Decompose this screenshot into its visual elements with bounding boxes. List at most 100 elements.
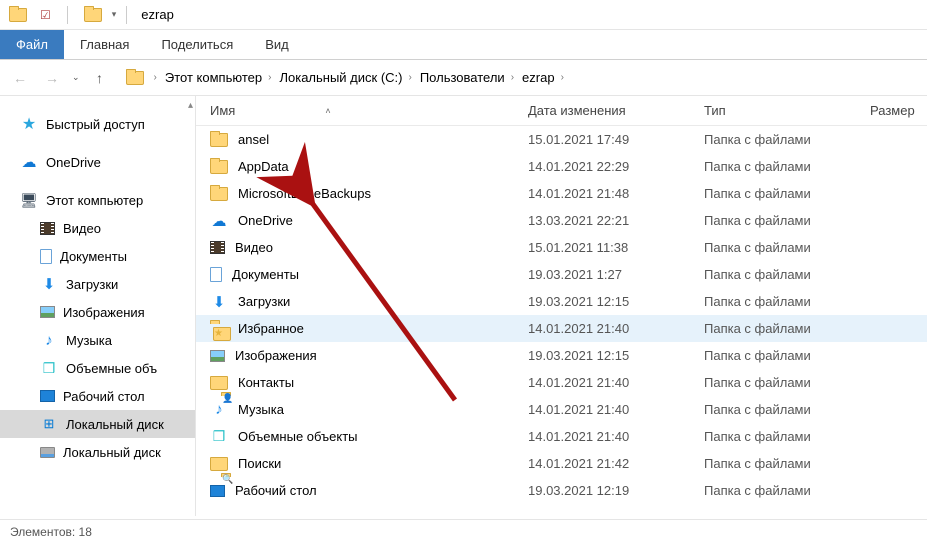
file-row[interactable]: ❒ Объемные объекты 14.01.2021 21:40Папка с… [196,423,927,450]
breadcrumb-current[interactable]: ezrap› [518,70,568,85]
tree-quick-access[interactable]: ★ Быстрый доступ [0,110,195,138]
navigation-bar: ← → ⌄ ↑ › Этот компьютер› Локальный диск… [0,60,927,96]
breadcrumb-root-sep[interactable]: › [150,72,161,83]
file-row[interactable]: AppData14.01.2021 22:29Папка с файлами [196,153,927,180]
image-icon [210,350,225,362]
view-tab[interactable]: Вид [249,30,305,59]
column-headers: Имя ˄ Дата изменения Тип Размер [196,96,927,126]
music-icon: ♪ [40,331,58,349]
tree-local-disk-2[interactable]: Локальный диск [0,438,195,466]
file-date: 14.01.2021 21:40 [514,429,690,444]
file-row[interactable]: ♪Музыка14.01.2021 21:40Папка с файлами [196,396,927,423]
tree-this-pc-label: Этот компьютер [46,193,143,208]
tree-scroll-up-icon[interactable]: ▴ [188,100,193,111]
history-dropdown-icon[interactable]: ⌄ [72,72,80,83]
forward-button[interactable]: → [40,66,64,90]
column-name[interactable]: Имя ˄ [196,103,514,118]
tree-onedrive[interactable]: ☁ OneDrive [0,148,195,176]
file-type: Папка с файлами [690,429,856,444]
qat-open-folder-icon[interactable] [84,6,102,24]
file-date: 14.01.2021 21:40 [514,402,690,417]
searches-icon [210,455,228,473]
file-row[interactable]: Контакты 14.01.2021 21:40Папка с файлами [196,369,927,396]
tree-downloads[interactable]: ⬇Загрузки [0,270,195,298]
tree-documents[interactable]: Документы [0,242,195,270]
status-count: 18 [79,525,92,539]
file-type: Папка с файлами [690,483,856,498]
file-row[interactable]: Видео15.01.2021 11:38Папка с файлами [196,234,927,261]
file-row[interactable]: ansel15.01.2021 17:49Папка с файлами [196,126,927,153]
file-tab[interactable]: Файл [0,30,64,59]
music-icon: ♪ [210,401,228,419]
column-type[interactable]: Тип [690,103,856,118]
breadcrumb-disk[interactable]: Локальный диск (C:)› [275,70,415,85]
tree-this-pc[interactable]: 🖥 Этот компьютер [0,186,195,214]
tree-music[interactable]: ♪Музыка [0,326,195,354]
file-type: Папка с файлами [690,402,856,417]
file-name: Видео [235,240,273,255]
title-bar: ☑ ▾ ezrap [0,0,927,30]
sort-indicator-icon: ˄ [325,106,330,116]
file-date: 14.01.2021 21:40 [514,375,690,390]
tree-images[interactable]: Изображения [0,298,195,326]
file-type: Папка с файлами [690,456,856,471]
cube-icon: ❒ [40,359,58,377]
file-type: Папка с файлами [690,294,856,309]
tree-desktop[interactable]: Рабочий стол [0,382,195,410]
file-type: Папка с файлами [690,375,856,390]
file-date: 14.01.2021 21:40 [514,321,690,336]
file-name: ansel [238,132,269,147]
tree-quick-access-label: Быстрый доступ [46,117,145,132]
cloud-icon: ☁ [210,212,228,230]
disk-icon [40,447,55,458]
column-date[interactable]: Дата изменения [514,103,690,118]
file-row[interactable]: ⬇Загрузки19.03.2021 12:15Папка с файлами [196,288,927,315]
file-name: Поиски [238,456,281,471]
up-button[interactable]: ↑ [88,66,112,90]
cube-icon: ❒ [210,428,228,446]
qat-properties-icon[interactable]: ☑ [40,8,51,22]
file-name: Контакты [238,375,294,390]
qat-dropdown-icon[interactable]: ▾ [112,9,117,20]
back-button[interactable]: ← [8,66,32,90]
status-label: Элементов: [10,525,75,539]
file-row[interactable]: Документы19.03.2021 1:27Папка с файлами [196,261,927,288]
file-name: Объемные объекты [238,429,358,444]
video-icon [40,222,55,235]
column-size[interactable]: Размер [856,103,927,118]
video-icon [210,241,225,254]
document-icon [210,267,222,282]
file-date: 14.01.2021 21:48 [514,186,690,201]
desktop-icon [40,390,55,402]
system-folder-icon[interactable] [0,6,36,24]
star-icon: ★ [20,115,38,133]
file-row[interactable]: Избранное14.01.2021 21:40Папка с файлами [196,315,927,342]
file-row[interactable]: ☁OneDrive13.03.2021 22:21Папка с файлами [196,207,927,234]
image-icon [40,306,55,318]
window-title: ezrap [141,7,174,22]
file-name: Загрузки [238,294,290,309]
main-area: ▴ ★ Быстрый доступ ☁ OneDrive 🖥 Этот ком… [0,96,927,516]
file-name: Документы [232,267,299,282]
download-icon: ⬇ [40,275,58,293]
file-row[interactable]: Рабочий стол19.03.2021 12:19Папка с файл… [196,477,927,504]
tree-local-disk-1[interactable]: ⊞Локальный диск [0,410,195,438]
file-row[interactable]: MicrosoftEdgeBackups14.01.2021 21:48Папк… [196,180,927,207]
home-tab[interactable]: Главная [64,30,145,59]
file-row[interactable]: Поиски14.01.2021 21:42Папка с файлами [196,450,927,477]
file-date: 19.03.2021 12:15 [514,294,690,309]
windows-icon: ⊞ [40,415,58,433]
file-type: Папка с файлами [690,267,856,282]
share-tab[interactable]: Поделиться [145,30,249,59]
tree-3d-objects[interactable]: ❒Объемные объ [0,354,195,382]
tree-onedrive-label: OneDrive [46,155,101,170]
address-bar[interactable]: › Этот компьютер› Локальный диск (C:)› П… [120,65,919,91]
address-folder-icon [126,69,144,87]
breadcrumb-users[interactable]: Пользователи› [416,70,518,85]
file-type: Папка с файлами [690,348,856,363]
file-date: 13.03.2021 22:21 [514,213,690,228]
file-name: OneDrive [238,213,293,228]
file-row[interactable]: Изображения19.03.2021 12:15Папка с файла… [196,342,927,369]
breadcrumb-pc[interactable]: Этот компьютер› [161,70,276,85]
tree-videos[interactable]: Видео [0,214,195,242]
